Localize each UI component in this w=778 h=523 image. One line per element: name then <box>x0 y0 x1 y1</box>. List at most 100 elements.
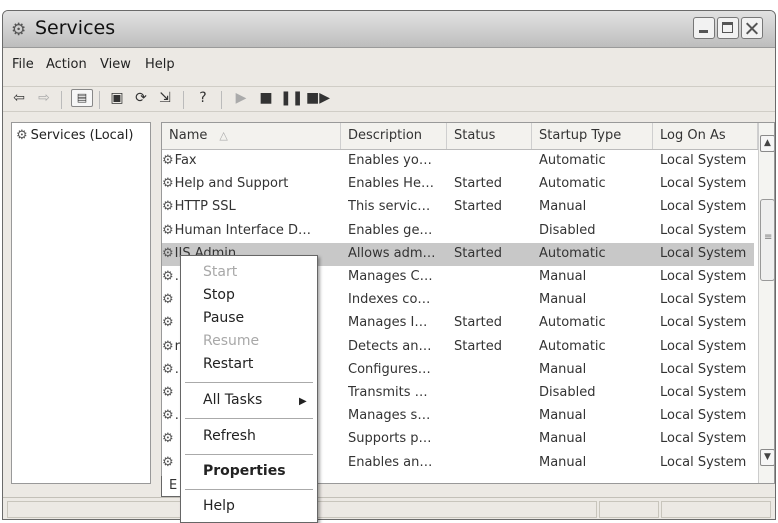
toolbar-separator <box>221 91 222 109</box>
toolbar: ⇦ ⇨ ▤ ▣ ⟳ ⇲ ? ▶ ■ ❚❚ ■▶ <box>3 86 775 112</box>
service-name: Fax <box>174 153 197 168</box>
table-cell-startup: Manual <box>539 454 587 470</box>
table-cell-logon: Local System <box>660 315 747 331</box>
table-cell-status: Started <box>454 176 503 192</box>
table-cell-logon: Local System <box>660 408 747 424</box>
menu-separator <box>185 418 313 419</box>
pause-service-icon[interactable]: ❚❚ <box>280 90 303 106</box>
table-cell-startup: Automatic <box>539 338 606 354</box>
table-cell-logon: Local System <box>660 222 747 238</box>
table-cell-startup: Automatic <box>539 315 606 331</box>
properties-icon[interactable]: ▣ <box>107 90 127 106</box>
menu-separator <box>185 489 313 490</box>
maximize-button[interactable] <box>717 17 739 39</box>
table-cell-description: Enables ge… <box>348 222 433 238</box>
menu-action[interactable]: Action <box>46 57 87 72</box>
table-cell-startup: Manual <box>539 431 587 447</box>
menu-item-stop[interactable]: Stop <box>203 287 235 303</box>
tree-item-label: Services (Local) <box>30 128 134 143</box>
console-tree[interactable]: ⚙ Services (Local) <box>11 122 151 484</box>
menu-help[interactable]: Help <box>145 57 175 72</box>
table-cell-logon: Local System <box>660 338 747 354</box>
table-cell-logon: Local System <box>660 431 747 447</box>
refresh-icon[interactable]: ⟳ <box>131 90 151 106</box>
menu-item-refresh[interactable]: Refresh <box>203 428 256 444</box>
menu-separator <box>185 382 313 383</box>
vertical-scrollbar[interactable]: ▲ ▼ <box>758 123 774 483</box>
table-row[interactable]: ⚙Fax Enables yo… Automatic Local System <box>162 150 754 173</box>
back-arrow-icon[interactable]: ⇦ <box>9 90 29 106</box>
table-cell-startup: Automatic <box>539 153 606 168</box>
help-icon[interactable]: ? <box>193 90 213 106</box>
column-label: Name <box>169 128 208 143</box>
table-cell-logon: Local System <box>660 385 747 400</box>
toolbar-separator <box>183 91 184 109</box>
table-cell-name: ⚙Help and Support <box>162 176 338 191</box>
service-gear-icon: ⚙ <box>162 361 174 377</box>
export-list-icon[interactable]: ⇲ <box>155 90 175 106</box>
table-cell-startup: Manual <box>539 408 587 424</box>
table-cell-name: ⚙HTTP SSL <box>162 199 338 214</box>
forward-arrow-icon[interactable]: ⇨ <box>34 90 54 106</box>
show-hide-tree-icon[interactable]: ▤ <box>71 89 93 107</box>
menu-item-resume[interactable]: Resume <box>203 333 259 349</box>
menu-view[interactable]: View <box>100 57 131 72</box>
table-cell-description: Indexes co… <box>348 292 431 308</box>
submenu-arrow-icon: ▶ <box>299 396 307 407</box>
table-cell-status: Started <box>454 199 503 215</box>
column-header-log-on-as[interactable]: Log On As <box>653 123 758 149</box>
table-cell-startup: Manual <box>539 199 587 215</box>
stop-service-icon[interactable]: ■ <box>256 90 276 106</box>
minimize-button[interactable] <box>693 17 715 39</box>
table-row[interactable]: ⚙HTTP SSL This servic… Started Manual Local … <box>162 196 754 219</box>
sort-ascending-icon: △ <box>219 129 228 142</box>
scroll-thumb[interactable] <box>760 199 774 281</box>
table-cell-status: Started <box>454 315 503 331</box>
column-header-status[interactable]: Status <box>447 123 532 149</box>
scroll-up-button[interactable]: ▲ <box>760 135 774 152</box>
table-cell-description: Manages s… <box>348 408 431 424</box>
toolbar-separator <box>61 91 62 109</box>
table-cell-description: Transmits … <box>348 385 428 400</box>
menu-item-restart[interactable]: Restart <box>203 356 253 372</box>
table-cell-startup: Automatic <box>539 245 606 261</box>
menu-item-start[interactable]: Start <box>203 264 237 280</box>
table-cell-logon: Local System <box>660 361 747 377</box>
column-header-name[interactable]: Name △ <box>162 123 341 149</box>
column-header-description[interactable]: Description <box>341 123 447 149</box>
table-cell-logon: Local System <box>660 153 747 168</box>
table-cell-logon: Local System <box>660 269 747 284</box>
menu-item-properties[interactable]: Properties <box>203 463 286 479</box>
menu-item-pause[interactable]: Pause <box>203 310 244 326</box>
table-cell-description: Supports p… <box>348 431 432 447</box>
services-gear-icon: ⚙ <box>16 128 28 143</box>
tree-item-services-local[interactable]: ⚙ Services (Local) <box>16 128 133 143</box>
table-row[interactable]: ⚙Human Interface D… Enables ge… Disabled Lo… <box>162 220 754 243</box>
restart-service-icon[interactable]: ■▶ <box>306 90 330 106</box>
services-window: ⚙ Services File Action View Help ⇦ ⇨ ▤ ▣… <box>2 10 776 520</box>
status-bar <box>3 497 775 519</box>
table-cell-description: Enables He… <box>348 176 434 192</box>
column-header-startup-type[interactable]: Startup Type <box>532 123 653 149</box>
table-row[interactable]: ⚙Help and Support Enables He… Started Autom… <box>162 173 754 196</box>
menu-item-help[interactable]: Help <box>203 498 235 514</box>
table-cell-description: Allows adm… <box>348 245 436 261</box>
service-name: Human Interface D… <box>174 222 312 238</box>
start-service-icon[interactable]: ▶ <box>231 90 251 106</box>
toolbar-separator <box>99 91 100 109</box>
service-gear-icon: ⚙ <box>162 245 174 261</box>
menu-file[interactable]: File <box>12 57 34 72</box>
service-gear-icon: ⚙ <box>162 454 174 470</box>
title-bar[interactable]: ⚙ Services <box>3 11 775 48</box>
menu-item-all-tasks[interactable]: All Tasks <box>203 392 262 408</box>
service-gear-icon: ⚙ <box>162 385 174 400</box>
table-cell-logon: Local System <box>660 245 747 261</box>
context-menu: Start Stop Pause Resume Restart All Task… <box>180 255 318 523</box>
table-cell-startup: Automatic <box>539 176 606 192</box>
table-cell-logon: Local System <box>660 176 747 192</box>
close-button[interactable] <box>741 17 763 39</box>
table-cell-startup: Disabled <box>539 385 596 400</box>
table-cell-startup: Disabled <box>539 222 596 238</box>
scroll-down-button[interactable]: ▼ <box>760 449 774 466</box>
service-gear-icon: ⚙ <box>162 408 174 424</box>
